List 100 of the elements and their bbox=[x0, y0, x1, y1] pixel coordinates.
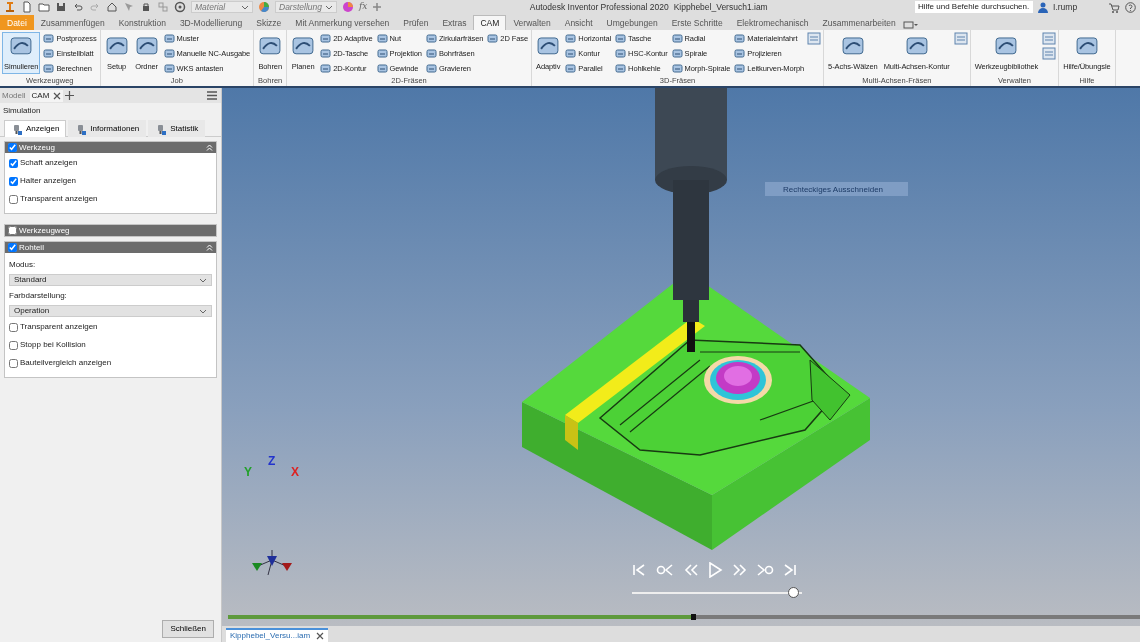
dropdown[interactable]: Standard bbox=[9, 274, 212, 286]
section-header[interactable]: Werkzeugweg bbox=[5, 225, 216, 236]
checkbox[interactable] bbox=[8, 226, 17, 235]
next-frame-button[interactable] bbox=[756, 563, 774, 577]
cart-icon[interactable] bbox=[1108, 1, 1120, 13]
ribbon-tab[interactable]: Konstruktion bbox=[111, 15, 173, 30]
collapse-icon[interactable] bbox=[206, 144, 213, 151]
ribbon-tab[interactable]: Umgebungen bbox=[599, 15, 665, 30]
command-icon bbox=[671, 63, 683, 74]
skip-to-end-button[interactable] bbox=[783, 563, 798, 577]
command-icon bbox=[615, 48, 627, 59]
previous-frame-button[interactable] bbox=[656, 563, 674, 577]
ribbon-tab[interactable]: Ansicht bbox=[557, 15, 600, 30]
checkbox-label: Transparent anzeigen bbox=[20, 193, 98, 205]
command-icon bbox=[376, 63, 388, 74]
panel-toggle-icon[interactable] bbox=[902, 20, 919, 30]
play-button[interactable] bbox=[707, 562, 723, 578]
command-icon bbox=[615, 33, 627, 44]
command-icon bbox=[320, 63, 332, 74]
ribbon-tab[interactable]: Mit Anmerkung versehen bbox=[288, 15, 397, 30]
checkbox[interactable] bbox=[9, 322, 18, 332]
panel-title: Simulation bbox=[2, 105, 42, 117]
undo-icon[interactable] bbox=[72, 1, 84, 13]
checkbox[interactable] bbox=[9, 158, 18, 168]
browser-tab[interactable]: Modell bbox=[0, 89, 28, 102]
command-icon bbox=[43, 33, 55, 44]
command-icon bbox=[163, 48, 175, 59]
document-title: Kipphebel_Versuch1.iam bbox=[673, 0, 768, 14]
caret-icon bbox=[325, 3, 333, 11]
checkbox[interactable] bbox=[9, 176, 18, 186]
axis-triad-drawing[interactable] bbox=[252, 549, 292, 576]
close-icon[interactable] bbox=[53, 91, 62, 100]
formula-button[interactable]: fx bbox=[359, 0, 368, 14]
section-header[interactable]: Rohteil bbox=[5, 242, 216, 253]
ribbon-tab[interactable]: CAM bbox=[473, 15, 507, 30]
panel-icon[interactable] bbox=[807, 32, 822, 45]
command-icon bbox=[671, 33, 683, 44]
command-icon bbox=[43, 63, 55, 74]
color-wheel-icon[interactable] bbox=[342, 1, 354, 13]
panel-icon[interactable] bbox=[1042, 32, 1057, 45]
panel-icon[interactable] bbox=[953, 32, 968, 45]
ribbon-tab[interactable]: Skizze bbox=[249, 15, 289, 30]
checkbox[interactable] bbox=[8, 243, 17, 252]
app-logo-icon[interactable] bbox=[4, 1, 16, 13]
close-button[interactable]: Schließen bbox=[162, 620, 214, 638]
ribbon-tab[interactable]: Erste Schritte bbox=[664, 15, 730, 30]
collapse-icon[interactable] bbox=[206, 244, 213, 251]
checkbox[interactable] bbox=[8, 143, 17, 152]
panel-tab[interactable]: Statistik bbox=[148, 120, 206, 137]
slider-thumb[interactable] bbox=[787, 587, 799, 598]
panel-icon[interactable] bbox=[1042, 47, 1057, 60]
ribbon-tab[interactable]: Verwalten bbox=[506, 15, 558, 30]
command-icon bbox=[425, 33, 437, 44]
field-label: Modus: bbox=[9, 259, 37, 271]
close-icon[interactable] bbox=[316, 632, 325, 640]
command-icon bbox=[565, 63, 577, 74]
browser-tab[interactable]: CAM bbox=[29, 89, 64, 102]
menu-icon[interactable] bbox=[207, 91, 217, 100]
dropdown[interactable]: Operation bbox=[9, 305, 212, 317]
ribbon-tab[interactable]: Prüfen bbox=[396, 15, 436, 30]
command-icon bbox=[320, 33, 332, 44]
user-icon bbox=[1038, 1, 1048, 13]
command-icon bbox=[376, 33, 388, 44]
plus-icon[interactable] bbox=[372, 2, 383, 12]
ribbon-tab[interactable]: 3D-Modellierung bbox=[172, 15, 250, 30]
timeline-track[interactable] bbox=[228, 615, 1140, 619]
timeline-marker[interactable] bbox=[691, 614, 697, 620]
fast-forward-button[interactable] bbox=[732, 563, 747, 577]
add-tab-icon[interactable] bbox=[65, 91, 75, 100]
checkbox[interactable] bbox=[9, 358, 18, 368]
command-icon bbox=[376, 48, 388, 59]
save-icon[interactable] bbox=[55, 1, 67, 13]
axis-label: Y bbox=[244, 466, 252, 478]
section-header[interactable]: Werkzeug bbox=[5, 142, 216, 153]
panel-tab[interactable]: Anzeigen bbox=[4, 120, 67, 137]
command-icon bbox=[615, 63, 627, 74]
help-icon[interactable] bbox=[1125, 1, 1136, 13]
caret-icon bbox=[199, 307, 207, 315]
ribbon-tab[interactable]: Elektromechanisch bbox=[729, 15, 816, 30]
checkbox[interactable] bbox=[9, 340, 18, 350]
checkbox[interactable] bbox=[9, 194, 18, 204]
ribbon-tab[interactable]: Extras bbox=[435, 15, 474, 30]
lock-icon[interactable] bbox=[140, 1, 152, 13]
panel-tab[interactable]: Informationen bbox=[68, 120, 147, 137]
ribbon-tab[interactable]: Zusammenarbeiten bbox=[815, 15, 903, 30]
command-icon bbox=[43, 48, 55, 59]
color-wheel-icon[interactable] bbox=[258, 1, 270, 13]
appearance-dropdown[interactable]: Darstellung bbox=[275, 1, 337, 13]
search-field[interactable]: Hilfe und Befehle durchsuchen.. bbox=[915, 1, 1033, 13]
axis-label: X bbox=[291, 466, 299, 478]
rewind-button[interactable] bbox=[683, 563, 698, 577]
field-label: Farbdarstellung: bbox=[9, 290, 68, 302]
user-name[interactable]: I.rump bbox=[1053, 0, 1103, 14]
home-icon[interactable] bbox=[106, 1, 118, 13]
skip-to-start-button[interactable] bbox=[632, 563, 647, 577]
command-icon bbox=[163, 63, 175, 74]
document-tab[interactable]: Kipphebel_Versu...iam bbox=[226, 628, 329, 642]
material-dropdown[interactable]: Material bbox=[191, 1, 253, 13]
command-icon bbox=[565, 33, 577, 44]
ribbon-tab[interactable]: Zusammenfügen bbox=[33, 15, 112, 30]
